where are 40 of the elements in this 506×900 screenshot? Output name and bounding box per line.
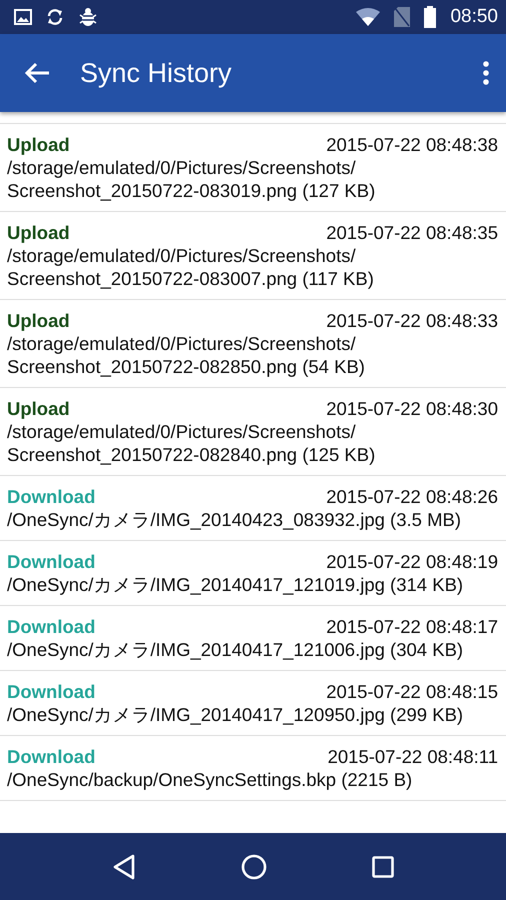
file-path: /OneSync/カメラ/IMG_20140423_083932.jpg (3.5 MB) bbox=[7, 508, 462, 531]
file-path: /storage/emulated/0/Pictures/Screenshots/Screenshot_20150722-083019.png (127 KB) bbox=[7, 156, 376, 202]
sync-action: Upload bbox=[7, 133, 70, 156]
back-button[interactable] bbox=[24, 62, 50, 84]
file-path: /storage/emulated/0/Pictures/Screenshots/Screenshot_20150722-082840.png (125 KB) bbox=[7, 420, 376, 466]
menu-button[interactable] bbox=[482, 61, 490, 85]
wifi-icon bbox=[356, 8, 380, 26]
screen-title: Sync History bbox=[80, 58, 233, 88]
timestamp: 2015-07-22 08:48:30 bbox=[326, 397, 498, 420]
file-path: /OneSync/backup/OneSyncSettings.bkp (2215 B) bbox=[7, 768, 414, 791]
back-button[interactable] bbox=[112, 854, 136, 880]
image-icon bbox=[14, 9, 32, 25]
sync-action: Upload bbox=[7, 309, 70, 332]
sync-action: Download bbox=[7, 485, 96, 508]
file-path: /OneSync/カメラ/IMG_20140417_121006.jpg (304 KB) bbox=[7, 638, 464, 661]
sync-action: Download bbox=[7, 745, 96, 768]
file-path: /storage/emulated/0/Pictures/Screenshots/Screenshot_20150722-082850.png (54 KB) bbox=[7, 332, 366, 378]
no-sim-icon bbox=[394, 7, 410, 27]
clock: 08:50 bbox=[450, 6, 498, 28]
file-path: /OneSync/カメラ/IMG_20140417_121019.jpg (314 KB) bbox=[7, 573, 464, 596]
timestamp: 2015-07-22 08:48:35 bbox=[326, 221, 498, 244]
timestamp: 2015-07-22 08:48:19 bbox=[326, 550, 498, 573]
bug-icon bbox=[78, 7, 98, 27]
sync-action: Upload bbox=[7, 397, 70, 420]
battery-icon bbox=[424, 6, 436, 28]
sync-action: Download bbox=[7, 550, 96, 573]
timestamp: 2015-07-22 08:48:38 bbox=[326, 133, 498, 156]
recents-button[interactable] bbox=[372, 856, 394, 878]
timestamp: 2015-07-22 08:48:15 bbox=[326, 680, 498, 703]
sync-action: Download bbox=[7, 615, 96, 638]
file-path: /storage/emulated/0/Pictures/Screenshots/Screenshot_20150722-083007.png (117 KB) bbox=[7, 244, 375, 290]
timestamp: 2015-07-22 08:48:26 bbox=[326, 485, 498, 508]
file-path: /OneSync/カメラ/IMG_20140417_120950.jpg (299 KB) bbox=[7, 703, 464, 726]
sync-action: Upload bbox=[7, 221, 70, 244]
sync-action: Download bbox=[7, 680, 96, 703]
timestamp: 2015-07-22 08:48:33 bbox=[326, 309, 498, 332]
home-button[interactable] bbox=[240, 854, 267, 880]
timestamp: 2015-07-22 08:48:17 bbox=[326, 615, 498, 638]
sync-icon bbox=[46, 8, 64, 26]
timestamp: 2015-07-22 08:48:11 bbox=[328, 745, 498, 768]
